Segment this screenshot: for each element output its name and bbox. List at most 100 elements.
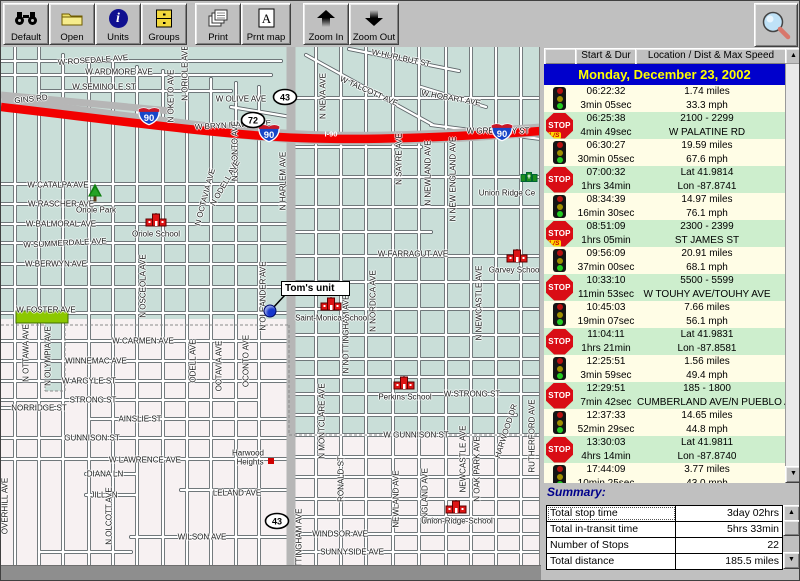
event-row[interactable]: STOP13:30:03Lat 41.98114hrs 14minLon -87… (544, 436, 785, 463)
street-label: W SEMINOLE ST (72, 83, 136, 92)
street-label: NEWCASTLE AVE (459, 426, 468, 493)
event-value2: Lon -87.8740 (637, 450, 785, 464)
svg-text:43: 43 (280, 93, 290, 103)
default-button[interactable]: Default (3, 3, 49, 45)
event-icon-cell: STOPL/S (544, 220, 575, 247)
event-row[interactable]: 17:44:093.77 miles10min 25sec43.0 mph (544, 463, 785, 483)
event-duration: 1hrs 21min (575, 342, 637, 356)
printer-icon (196, 4, 240, 32)
cemetery-icon (520, 172, 538, 183)
event-row[interactable]: 06:30:2719.59 miles30min 05sec67.6 mph (544, 139, 785, 166)
route-shield-72: 72 (241, 112, 266, 129)
street-label: GINS RD (14, 93, 48, 105)
event-duration: 11min 53sec (575, 288, 637, 302)
event-duration: 3min 59sec (575, 369, 637, 383)
event-icon-cell: STOP (544, 328, 575, 355)
event-value: 185 - 1800 (637, 382, 785, 396)
poi-label: Heights (236, 458, 263, 467)
traffic-light-icon (553, 249, 566, 272)
event-time: 12:37:33 (575, 409, 637, 423)
poi-label: Perkins School (378, 393, 431, 402)
street-label: W ARDMORE AVE (85, 68, 152, 77)
street-label: N SAYRE AVE (395, 133, 404, 185)
summary-row[interactable]: Total in-transit time 5hrs 33min (547, 522, 782, 538)
header-start-dur[interactable]: Start & Dur (575, 48, 637, 65)
street-label: WINDSOR AVE (312, 530, 368, 539)
poi-label: Garvey School (489, 266, 541, 275)
interstate-shield-90: 90 (489, 121, 515, 142)
town-marker-icon (268, 458, 274, 464)
event-row[interactable]: STOPL/S08:51:092300 - 23991hrs 05minST J… (544, 220, 785, 247)
units-button[interactable]: i Units (95, 3, 141, 45)
event-row[interactable]: STOP10:33:105500 - 559911min 53secW TOUH… (544, 274, 785, 301)
groups-button[interactable]: Groups (141, 3, 187, 45)
magnifier-icon (760, 9, 792, 41)
scrollbar-track[interactable] (785, 63, 800, 467)
street-label: STRONG ST (70, 396, 117, 405)
event-icon-cell: STOP (544, 436, 575, 463)
event-row[interactable]: 08:34:3914.97 miles16min 30sec76.1 mph (544, 193, 785, 220)
summary-scroll-down-button[interactable]: ▼ (783, 552, 800, 569)
event-duration: 16min 30sec (575, 207, 637, 221)
arrow-up-icon (304, 4, 348, 32)
unit-callout[interactable]: Tom's unit (281, 281, 350, 296)
street-label: N NEWLAND AVE (424, 140, 433, 205)
event-row[interactable]: STOP07:00:32Lat 41.98141hrs 34minLon -87… (544, 166, 785, 193)
event-value2: Lon -87.8741 (637, 180, 785, 194)
street-label: HARWOOD DR (493, 403, 519, 459)
svg-text:90: 90 (144, 113, 155, 124)
zoom-in-button[interactable]: Zoom In (303, 3, 349, 45)
event-icon-cell: STOP (544, 382, 575, 409)
street-label: N OLYMPIA AVE (44, 326, 53, 386)
header-location[interactable]: Location / Dist & Max Speed (635, 48, 787, 65)
event-row[interactable]: 12:25:511.56 miles3min 59sec49.4 mph (544, 355, 785, 382)
event-time: 10:45:03 (575, 301, 637, 315)
summary-scroll-thumb[interactable] (783, 520, 800, 536)
summary-row[interactable]: Total distance 185.5 miles (547, 554, 782, 569)
event-value2: W PALATINE RD (637, 126, 785, 140)
summary-row[interactable]: Total stop time 3day 02hrs (547, 506, 782, 522)
event-row[interactable]: 10:45:037.66 miles19min 07sec56.1 mph (544, 301, 785, 328)
street-label: NOTTINGHAM AVE (295, 509, 304, 565)
interstate-shield-90: 90 (136, 105, 162, 126)
event-time: 09:56:09 (575, 247, 637, 261)
trip-log-panel: Start & Dur Location / Dist & Max Speed … (541, 47, 800, 581)
street-label: N NORDICA AVE (369, 270, 378, 332)
street-label: RONALD ST (337, 456, 346, 502)
poi-label: Harwood (232, 449, 264, 458)
unit-marker[interactable] (264, 305, 277, 318)
summary-row[interactable]: Number of Stops 22 (547, 538, 782, 554)
map-canvas[interactable]: W ROSEDALE AVEW ARDMORE AVEW SEMINOLE ST… (1, 47, 541, 565)
poi-label: Oriole Park (76, 206, 116, 215)
event-row[interactable]: 06:22:321.74 miles3min 05sec33.3 mph (544, 85, 785, 112)
stop-sign-icon: STOPL/S (546, 221, 573, 247)
street-label: SUNNYSIDE AVE (320, 548, 384, 557)
event-time: 06:22:32 (575, 85, 637, 99)
poi-label: Saint-Monica-School (295, 314, 369, 323)
event-row[interactable]: STOP11:04:11Lat 41.98311hrs 21minLon -87… (544, 328, 785, 355)
route-shield-43: 43 (265, 513, 290, 530)
street-label: WINNEMAC AVE (65, 357, 127, 366)
header-icon-column[interactable] (544, 48, 577, 65)
event-value2: 76.1 mph (637, 207, 785, 221)
street-label: I-90 (325, 130, 338, 139)
event-row[interactable]: 12:37:3314.65 miles52min 29sec44.8 mph (544, 409, 785, 436)
open-button[interactable]: Open (49, 3, 95, 45)
event-row[interactable]: STOP12:29:51185 - 18007min 42secCUMBERLA… (544, 382, 785, 409)
summary-table: Total stop time 3day 02hrs Total in-tran… (546, 505, 783, 570)
street-label: W OLIVE AVE (216, 95, 267, 104)
street-label: N HARLEM AVE (279, 152, 288, 211)
print-map-button[interactable]: A Prnt map (241, 3, 291, 45)
school-icon (145, 213, 167, 227)
svg-text:72: 72 (248, 116, 258, 126)
zoom-out-button[interactable]: Zoom Out (349, 3, 399, 45)
street-label: DIANA LN (87, 470, 123, 479)
print-button[interactable]: Print (195, 3, 241, 45)
scroll-down-button[interactable]: ▼ (785, 466, 800, 483)
event-value2: CUMBERLAND AVE/N PUEBLO AV (637, 396, 785, 410)
event-row[interactable]: STOPL/S06:25:382100 - 22994min 49secW PA… (544, 112, 785, 139)
street-label: W CARMEN AVE (112, 337, 174, 346)
event-row[interactable]: 09:56:0920.91 miles37min 00sec68.1 mph (544, 247, 785, 274)
street-label: OCONTO AVE (242, 335, 251, 387)
magnifier-button[interactable] (754, 3, 798, 47)
